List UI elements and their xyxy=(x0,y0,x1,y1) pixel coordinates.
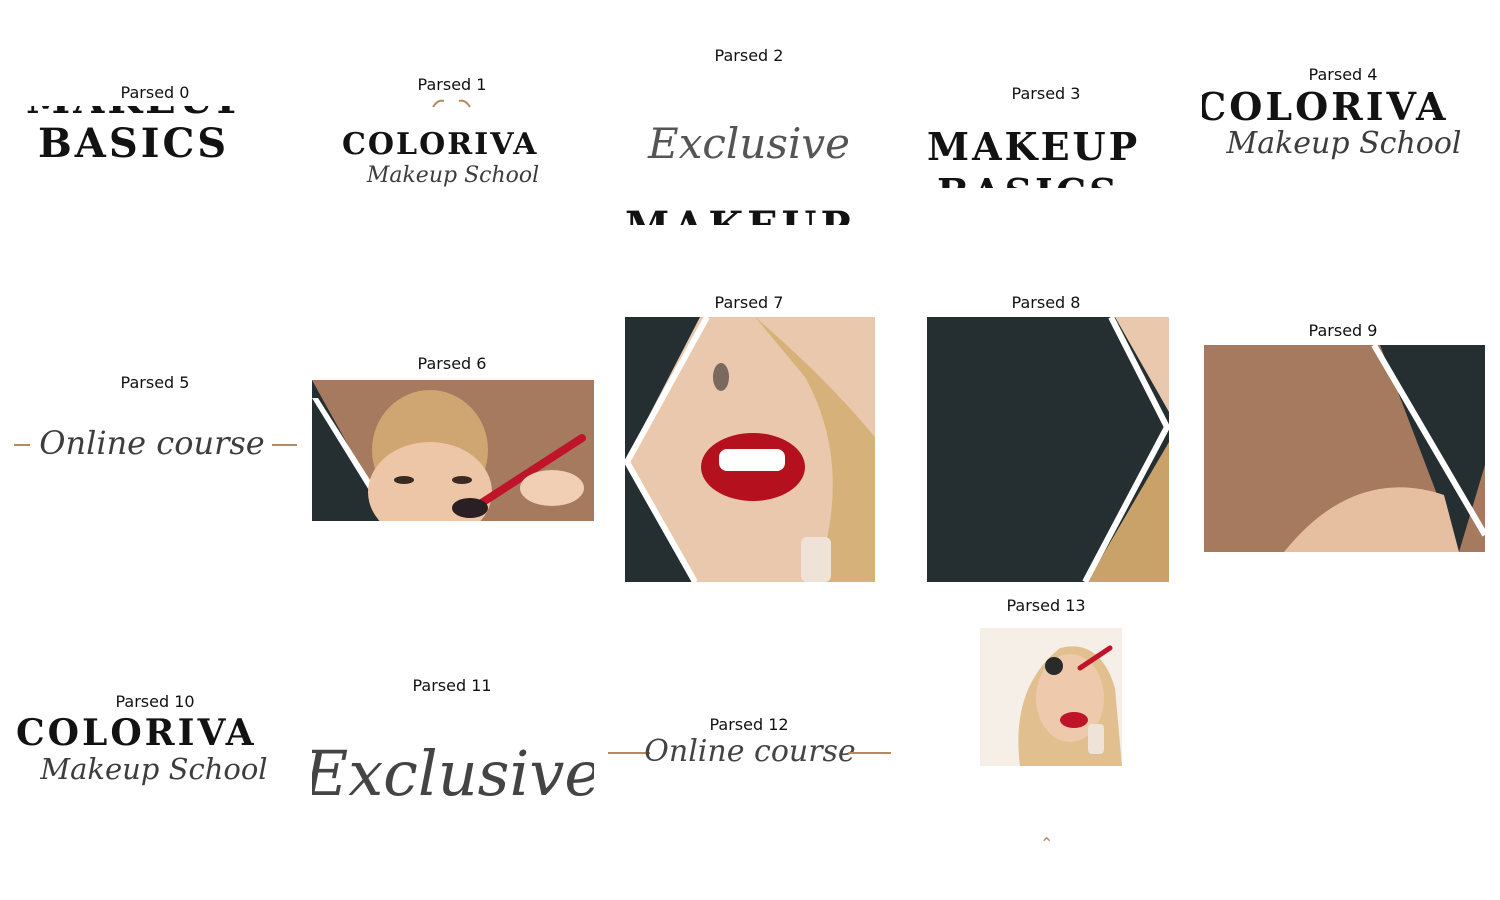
makeup-word: MAKEUP xyxy=(927,124,1141,169)
exclusive-word: Exclusive xyxy=(312,737,594,810)
caption-parsed-8: Parsed 8 xyxy=(1011,293,1081,312)
caption-parsed-4: Parsed 4 xyxy=(1308,65,1378,84)
caption-parsed-6: Parsed 6 xyxy=(417,354,487,373)
school-subtitle: Makeup School xyxy=(366,163,540,188)
basics-word-cut: BASICS xyxy=(937,170,1120,188)
crop-coloriva-logo-4: COLORIVA Makeup School xyxy=(1202,86,1487,176)
crop-makeup-basics-0: MAKEUP BASICS xyxy=(22,106,282,168)
caption-parsed-9: Parsed 9 xyxy=(1308,321,1378,340)
basics-word: BASICS xyxy=(38,120,230,167)
online-course-text: Online course xyxy=(644,734,856,769)
crop-online-course-12: Online course xyxy=(608,732,891,776)
makeup-word-cut: MAKEUP xyxy=(625,203,855,225)
gold-rule-right xyxy=(272,444,297,446)
caption-parsed-3: Parsed 3 xyxy=(1011,84,1081,103)
crop-coloriva-logo-1: COLORIVA Makeup School xyxy=(330,97,575,192)
photo-shoulder-9 xyxy=(1204,345,1485,552)
brand-word: COLORIVA xyxy=(342,127,539,162)
brand-word: COLORIVA xyxy=(16,714,257,754)
photo-portrait-13 xyxy=(980,628,1122,766)
photo-smile-7 xyxy=(625,317,875,582)
online-course-text: Online course xyxy=(39,424,265,462)
exclusive-word: Exclusive xyxy=(648,119,850,168)
caption-parsed-7: Parsed 7 xyxy=(714,293,784,312)
scroll-top-chevron-icon[interactable]: ⌃ xyxy=(1040,834,1053,853)
photo-dark-panel-8 xyxy=(927,317,1169,582)
caption-parsed-0: Parsed 0 xyxy=(120,83,190,102)
photo-brush-face-6 xyxy=(312,380,594,521)
brand-word: COLORIVA xyxy=(1202,86,1449,129)
gold-rule-left xyxy=(14,444,30,446)
caption-parsed-11: Parsed 11 xyxy=(412,676,492,695)
crop-online-course-5: Online course xyxy=(14,420,299,480)
school-subtitle: Makeup School xyxy=(40,752,268,786)
caption-parsed-5: Parsed 5 xyxy=(120,373,190,392)
school-subtitle: Makeup School xyxy=(1226,126,1462,161)
gold-rule-right xyxy=(848,752,891,754)
caption-parsed-2: Parsed 2 xyxy=(714,46,784,65)
caption-parsed-10: Parsed 10 xyxy=(115,692,195,711)
crop-exclusive-11: Exclusive xyxy=(312,735,594,815)
caption-parsed-13: Parsed 13 xyxy=(1006,596,1086,615)
crop-makeup-basics-3: MAKEUP BASICS xyxy=(925,106,1170,188)
crop-coloriva-logo-10: COLORIVA Makeup School xyxy=(14,714,294,794)
caption-parsed-1: Parsed 1 xyxy=(417,75,487,94)
laurel-arc-icon xyxy=(432,99,471,108)
crop-exclusive-2: Exclusive MAKEUP xyxy=(625,115,880,225)
